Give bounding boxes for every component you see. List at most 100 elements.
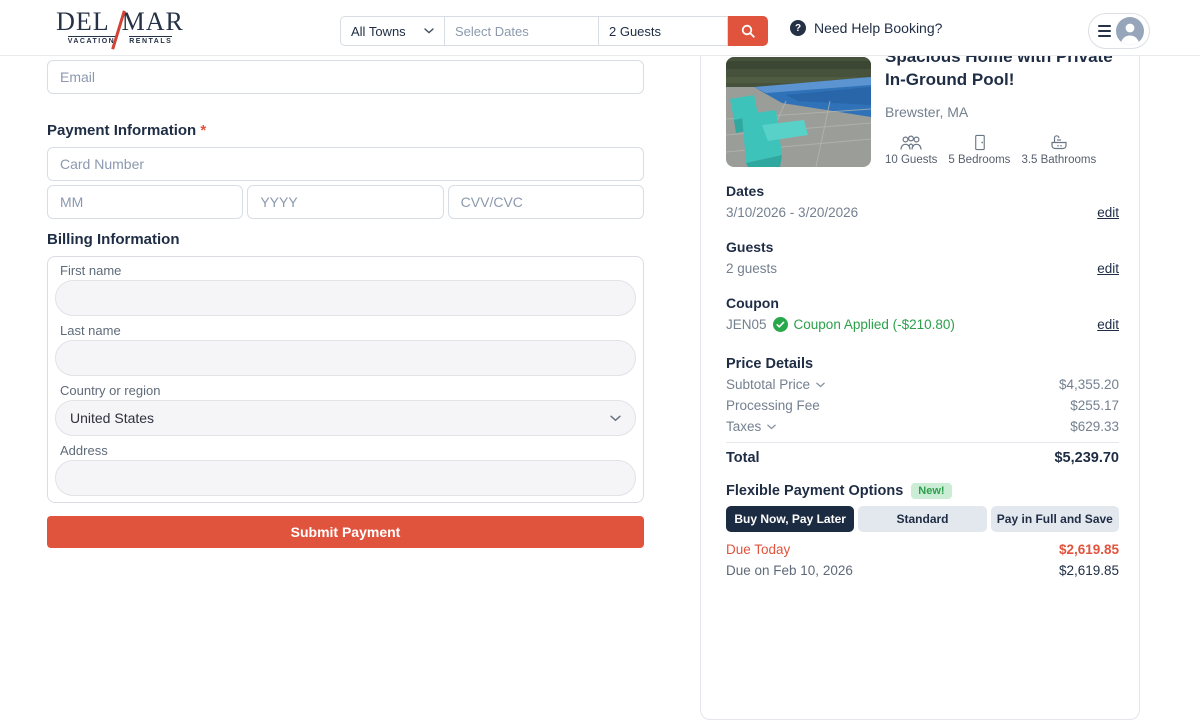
expiry-year-field[interactable]	[247, 185, 443, 219]
due-today-value: $2,619.85	[1059, 542, 1119, 557]
total-label: Total	[726, 450, 760, 466]
avatar-icon	[1116, 17, 1144, 45]
guests-icon	[899, 134, 923, 151]
due-today-row: Due Today $2,619.85	[726, 542, 1119, 557]
address-group: Address	[55, 443, 636, 496]
first-name-label: First name	[60, 263, 636, 278]
guests-input-value: 2 Guests	[609, 24, 661, 39]
search-bar: All Towns Select Dates 2 Guests	[340, 16, 768, 46]
logo-sub-vacation: VACATION	[68, 36, 116, 45]
logo-word-del: DEL	[56, 9, 110, 35]
logo-word-mar: MAR	[122, 9, 184, 35]
checkout-form: Payment Information * Billing Informatio…	[47, 60, 644, 548]
stat-bedrooms-label: 5 Bedrooms	[948, 154, 1010, 166]
card-number-field[interactable]	[47, 147, 644, 181]
dates-placeholder: Select Dates	[455, 24, 529, 39]
price-row-taxes: Taxes $629.33	[726, 419, 1119, 435]
country-label: Country or region	[60, 383, 636, 398]
price-row-subtotal: Subtotal Price $4,355.20	[726, 377, 1119, 393]
stat-guests: 10 Guests	[885, 134, 937, 166]
bathrooms-icon	[1049, 134, 1069, 151]
stat-bathrooms: 3.5 Bathrooms	[1021, 134, 1096, 166]
price-details-heading: Price Details	[726, 356, 1119, 372]
coupon-applied-text: Coupon Applied (-$210.80)	[794, 317, 955, 332]
guests-section: Guests 2 guests edit	[726, 239, 1119, 276]
account-menu-button[interactable]	[1088, 13, 1150, 49]
total-value: $5,239.70	[1054, 450, 1119, 466]
payment-option-tabs: Buy Now, Pay Later Standard Pay in Full …	[726, 506, 1119, 532]
pool-photo-illustration	[726, 57, 871, 167]
dates-heading: Dates	[726, 183, 858, 199]
dates-input[interactable]: Select Dates	[444, 16, 599, 46]
logo-sub-rentals: RENTALS	[129, 36, 172, 45]
dates-value: 3/10/2026 - 3/20/2026	[726, 205, 858, 220]
edit-guests-link[interactable]: edit	[1097, 261, 1119, 276]
first-name-field[interactable]	[55, 280, 636, 316]
tab-standard[interactable]: Standard	[858, 506, 986, 532]
due-today-label: Due Today	[726, 542, 790, 557]
country-select-value: United States	[70, 410, 154, 426]
total-row: Total $5,239.70	[726, 442, 1119, 466]
dates-section: Dates 3/10/2026 - 3/20/2026 edit	[726, 183, 1119, 220]
edit-coupon-link[interactable]: edit	[1097, 317, 1119, 332]
stat-bedrooms: 5 Bedrooms	[948, 134, 1010, 166]
payment-information-heading: Payment Information *	[47, 122, 644, 139]
coupon-section: Coupon JEN05 Coupon Applied (-$210.80) e…	[726, 295, 1119, 332]
coupon-status: JEN05 Coupon Applied (-$210.80)	[726, 317, 955, 332]
search-icon	[740, 23, 756, 39]
email-field[interactable]	[47, 60, 644, 94]
coupon-heading: Coupon	[726, 295, 955, 311]
price-row-taxes-value: $629.33	[1070, 419, 1119, 435]
submit-payment-button[interactable]: Submit Payment	[47, 516, 644, 548]
flexible-payment-heading-row: Flexible Payment Options New!	[726, 483, 1119, 499]
last-name-field[interactable]	[55, 340, 636, 376]
price-row-fee-value: $255.17	[1070, 398, 1119, 414]
chevron-down-icon[interactable]	[816, 382, 825, 388]
tab-buy-now-pay-later[interactable]: Buy Now, Pay Later	[726, 506, 854, 532]
check-circle-icon	[773, 317, 788, 332]
billing-information-heading: Billing Information	[47, 231, 644, 248]
need-help-label: Need Help Booking?	[814, 20, 942, 36]
chevron-down-icon	[610, 415, 621, 422]
last-name-label: Last name	[60, 323, 636, 338]
flexible-payment-heading: Flexible Payment Options	[726, 483, 903, 499]
billing-address-box: First name Last name Country or region U…	[47, 256, 644, 503]
address-label: Address	[60, 443, 636, 458]
chevron-down-icon	[424, 28, 434, 34]
delmar-logo[interactable]: DEL MAR VACATION RENTALS	[60, 9, 180, 45]
towns-select-value: All Towns	[351, 24, 406, 39]
property-row: Spacious Home with Private In-Ground Poo…	[726, 45, 1119, 167]
booking-summary-card: Spacious Home with Private In-Ground Poo…	[700, 0, 1140, 720]
price-row-taxes-label: Taxes	[726, 419, 761, 435]
need-help-link[interactable]: ? Need Help Booking?	[790, 20, 942, 36]
card-expiry-row	[47, 185, 644, 219]
payment-heading-text: Payment Information	[47, 122, 196, 139]
expiry-month-field[interactable]	[47, 185, 243, 219]
country-select[interactable]: United States	[55, 400, 636, 436]
stat-guests-label: 10 Guests	[885, 154, 937, 166]
required-asterisk: *	[200, 122, 206, 139]
new-badge: New!	[911, 483, 951, 499]
guests-value: 2 guests	[726, 261, 777, 276]
property-info: Spacious Home with Private In-Ground Poo…	[885, 45, 1119, 167]
guests-input[interactable]: 2 Guests	[598, 16, 728, 46]
address-field[interactable]	[55, 460, 636, 496]
edit-dates-link[interactable]: edit	[1097, 205, 1119, 220]
first-name-group: First name	[55, 263, 636, 316]
towns-select[interactable]: All Towns	[340, 16, 445, 46]
tab-pay-in-full[interactable]: Pay in Full and Save	[991, 506, 1119, 532]
property-stats: 10 Guests 5 Bedrooms	[885, 134, 1119, 166]
property-photo	[726, 57, 871, 167]
last-name-group: Last name	[55, 323, 636, 376]
price-row-subtotal-label: Subtotal Price	[726, 377, 810, 393]
cvv-field[interactable]	[448, 185, 644, 219]
question-mark-icon: ?	[790, 20, 806, 36]
chevron-down-icon[interactable]	[767, 424, 776, 430]
price-row-fee: Processing Fee $255.17	[726, 398, 1119, 414]
stat-bathrooms-label: 3.5 Bathrooms	[1021, 154, 1096, 166]
guests-heading: Guests	[726, 239, 777, 255]
property-location: Brewster, MA	[885, 104, 1119, 120]
coupon-code: JEN05	[726, 317, 767, 332]
hamburger-icon	[1098, 25, 1111, 37]
search-button[interactable]	[728, 16, 768, 46]
